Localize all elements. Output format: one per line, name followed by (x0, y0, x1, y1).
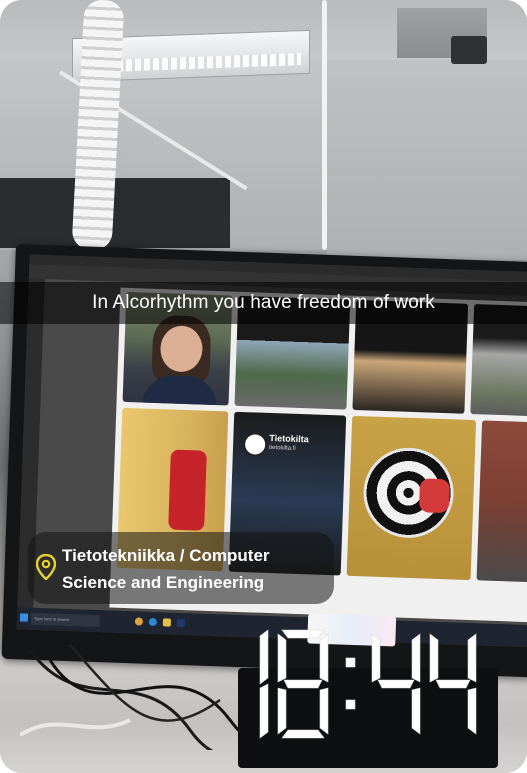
chrome-icon[interactable] (134, 617, 144, 626)
tik-logo-sub: tietokilta.fi (268, 444, 296, 452)
tile-parking (476, 420, 527, 584)
location-sticker: Tietotekniikka / Computer Science and En… (28, 532, 334, 604)
digit-4b-ur (467, 633, 477, 683)
colon-bot (345, 699, 356, 710)
location-text: Tietotekniikka / Computer Science and En… (62, 542, 270, 596)
tile-darts (346, 415, 477, 581)
hanging-cable (322, 0, 327, 250)
taskbar-search[interactable]: Type here to search (30, 612, 101, 628)
digit-8-ll (277, 687, 287, 735)
edge-icon[interactable] (148, 617, 158, 627)
digit-8-ur (319, 633, 329, 683)
digit-4a-mid (377, 679, 415, 689)
digit-1-seg-low (259, 683, 269, 739)
start-icon[interactable] (19, 613, 29, 622)
digit-8-ul (277, 633, 287, 683)
digit-8-top (281, 629, 325, 639)
photoshop-icon[interactable] (176, 618, 186, 628)
digit-4a-lr (411, 687, 421, 735)
digit-4b-mid (435, 679, 471, 689)
photo: Tietokilta tietokilta.fi Type here to se… (0, 0, 527, 773)
digit-4a-ur (411, 633, 421, 683)
person-body (142, 374, 218, 406)
dark-wall-panel (0, 178, 230, 248)
dart-hand (418, 478, 451, 514)
ceiling-speaker (451, 36, 487, 64)
time-sticker (259, 629, 477, 739)
explorer-icon[interactable] (162, 618, 172, 627)
tik-logo-text: Tietokilta (269, 432, 309, 445)
caption-text: In Alcorhythm you have freedom of work (92, 292, 435, 313)
digit-8-lr (319, 687, 329, 735)
digit-4b-ul (429, 633, 439, 683)
caption-bar: In Alcorhythm you have freedom of work (0, 282, 527, 324)
location-line-2: Science and Engineering (62, 573, 265, 592)
colon-top (345, 657, 356, 668)
tik-logo-icon (242, 432, 268, 457)
digit-8-mid (283, 679, 323, 689)
location-pin-icon (36, 554, 56, 580)
wall-right (327, 60, 527, 260)
digit-8-bot (281, 729, 325, 739)
extinguisher (168, 449, 207, 531)
location-line-1: Tietotekniikka / Computer (62, 546, 270, 565)
digit-4b-lr (467, 687, 477, 735)
digit-1-seg (259, 629, 269, 685)
digit-4a-ul (371, 633, 381, 683)
